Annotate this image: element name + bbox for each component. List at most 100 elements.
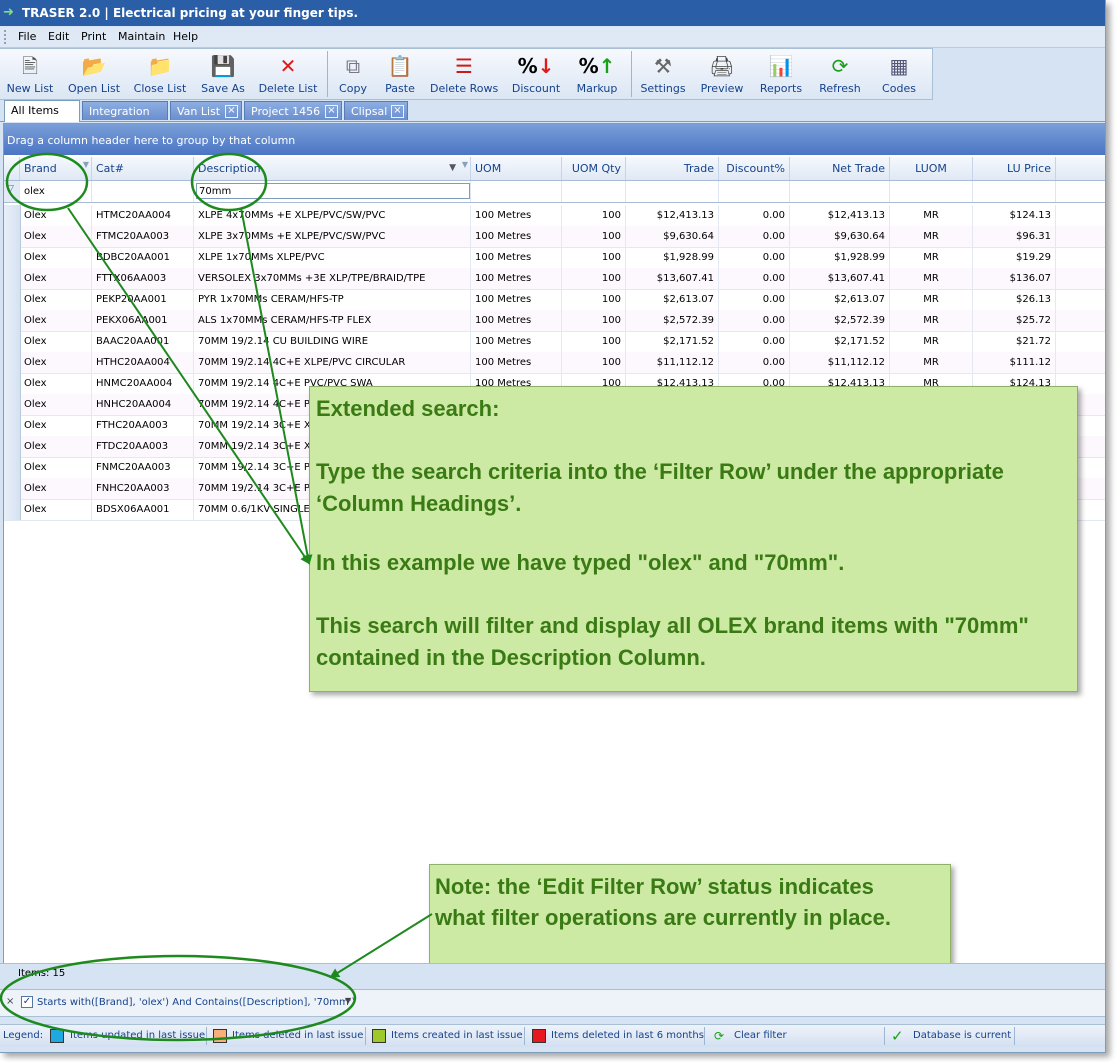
row-indicator[interactable] [4,226,21,247]
filter-dropdown-icon[interactable]: ▼ [345,996,351,1005]
column-header-lu-price[interactable]: LU Price [973,157,1056,180]
refresh-button[interactable]: ⟳ Refresh [814,49,866,99]
column-header-cat[interactable]: Cat# [92,157,194,180]
cell-cat[interactable]: FNMC20AA003 [92,457,194,478]
cell-cat[interactable]: PEKX06AA001 [92,310,194,331]
filter-cell-uom-qty[interactable] [562,181,626,202]
filter-cell-luom[interactable] [890,181,973,202]
cell-net-trade[interactable]: $11,112.12 [790,352,890,373]
cell-discount[interactable]: 0.00 [719,289,790,310]
preview-button[interactable]: 🖨 Preview [696,49,748,99]
cell-discount[interactable]: 0.00 [719,331,790,352]
row-indicator[interactable] [4,394,21,415]
filter-cell-lu-price[interactable] [973,181,1056,202]
tab-van-list[interactable]: Van List × [170,101,242,120]
menu-file[interactable]: File [18,30,36,43]
cell-trade[interactable]: $13,607.41 [626,268,719,289]
cell-uom-qty[interactable]: 100 [562,331,626,352]
cell-brand[interactable]: Olex [20,310,92,331]
cell-luom[interactable]: MR [890,268,973,289]
table-row[interactable]: Olex HTHC20AA004 70MM 19/2.14 4C+E XLPE/PV… [4,352,1105,374]
cell-trade[interactable]: $12,413.13 [626,205,719,226]
row-indicator[interactable] [4,352,21,373]
cell-brand[interactable]: Olex [20,478,92,499]
row-indicator[interactable] [4,247,21,268]
column-header-description[interactable]: Description ▼ ▼ [194,157,471,180]
cell-net-trade[interactable]: $9,630.64 [790,226,890,247]
column-header-brand[interactable]: Brand ▼ [20,157,92,180]
cell-brand[interactable]: Olex [20,394,92,415]
close-tab-icon[interactable]: × [391,105,404,118]
cell-net-trade[interactable]: $12,413.13 [790,205,890,226]
cell-lu-price[interactable]: $111.12 [973,352,1056,373]
row-indicator[interactable] [4,415,21,436]
filter-cell-discount[interactable] [719,181,790,202]
table-row[interactable]: Olex FTTX06AA003 VERSOLEX 3x70MMs +3E XLP/… [4,268,1105,290]
cell-uom[interactable]: 100 Metres [471,310,562,331]
cell-description[interactable]: VERSOLEX 3x70MMs +3E XLP/TPE/BRAID/TPE [194,268,471,289]
column-header-trade[interactable]: Trade [626,157,719,180]
row-indicator[interactable] [4,436,21,457]
cell-description[interactable]: XLPE 4x70MMs +E XLPE/PVC/SW/PVC [194,205,471,226]
cell-uom[interactable]: 100 Metres [471,268,562,289]
cell-luom[interactable]: MR [890,352,973,373]
row-indicator[interactable] [4,205,21,226]
table-row[interactable]: Olex HTMC20AA004 XLPE 4x70MMs +E XLPE/PVC/… [4,205,1105,227]
close-filter-icon[interactable]: × [6,996,14,1007]
cell-brand[interactable]: Olex [20,499,92,520]
cell-lu-price[interactable]: $124.13 [973,205,1056,226]
column-header-uom-qty[interactable]: UOM Qty [562,157,626,180]
cell-trade[interactable]: $2,171.52 [626,331,719,352]
brand-filter-input[interactable] [22,183,88,199]
paste-button[interactable]: 📋 Paste [380,49,420,99]
new-list-button[interactable]: 🖹 New List [4,49,56,99]
filter-cell-cat[interactable] [92,181,194,202]
cell-uom[interactable]: 100 Metres [471,331,562,352]
table-row[interactable]: Olex PEKX06AA001 ALS 1x70MMs CERAM/HFS-TP … [4,310,1105,332]
cell-cat[interactable]: FNHC20AA003 [92,478,194,499]
row-indicator[interactable] [4,268,21,289]
cell-trade[interactable]: $2,572.39 [626,310,719,331]
menu-edit[interactable]: Edit [48,30,69,43]
description-filter-input[interactable] [196,183,470,199]
table-row[interactable]: Olex FTMC20AA003 XLPE 3x70MMs +E XLPE/PVC/… [4,226,1105,248]
cell-brand[interactable]: Olex [20,205,92,226]
row-indicator[interactable] [4,373,21,394]
filter-cell-net-trade[interactable] [790,181,890,202]
cell-uom[interactable]: 100 Metres [471,352,562,373]
cell-uom-qty[interactable]: 100 [562,205,626,226]
cell-trade[interactable]: $2,613.07 [626,289,719,310]
discount-button[interactable]: %↓ Discount [508,49,564,99]
open-list-button[interactable]: 📂 Open List [66,49,122,99]
cell-net-trade[interactable]: $2,572.39 [790,310,890,331]
cell-brand[interactable]: Olex [20,268,92,289]
clear-filter-icon[interactable]: ⟳ [714,1025,724,1047]
cell-uom-qty[interactable]: 100 [562,247,626,268]
table-row[interactable]: Olex BAAC20AA001 70MM 19/2.14 CU BUILDING … [4,331,1105,353]
cell-uom[interactable]: 100 Metres [471,226,562,247]
group-by-panel[interactable]: Drag a column header here to group by th… [4,124,1105,155]
settings-button[interactable]: ⚒ Settings [638,49,688,99]
table-row[interactable]: Olex PEKP20AA001 PYR 1x70MMs CERAM/HFS-TP 1… [4,289,1105,311]
row-indicator[interactable] [4,331,21,352]
cell-cat[interactable]: FTTX06AA003 [92,268,194,289]
cell-discount[interactable]: 0.00 [719,226,790,247]
close-tab-icon[interactable]: × [325,105,338,118]
cell-luom[interactable]: MR [890,247,973,268]
cell-luom[interactable]: MR [890,226,973,247]
cell-description[interactable]: 70MM 19/2.14 CU BUILDING WIRE [194,331,471,352]
cell-trade[interactable]: $11,112.12 [626,352,719,373]
row-indicator[interactable] [4,457,21,478]
cell-cat[interactable]: FTMC20AA003 [92,226,194,247]
cell-luom[interactable]: MR [890,289,973,310]
filter-enabled-checkbox[interactable]: ✓ [21,996,33,1008]
cell-description[interactable]: PYR 1x70MMs CERAM/HFS-TP [194,289,471,310]
cell-uom-qty[interactable]: 100 [562,226,626,247]
cell-cat[interactable]: BDSX06AA001 [92,499,194,520]
cell-luom[interactable]: MR [890,205,973,226]
copy-button[interactable]: ⧉ Copy [334,49,372,99]
cell-uom-qty[interactable]: 100 [562,268,626,289]
cell-cat[interactable]: HTMC20AA004 [92,205,194,226]
filter-cell-uom[interactable] [471,181,562,202]
cell-cat[interactable]: PEKP20AA001 [92,289,194,310]
